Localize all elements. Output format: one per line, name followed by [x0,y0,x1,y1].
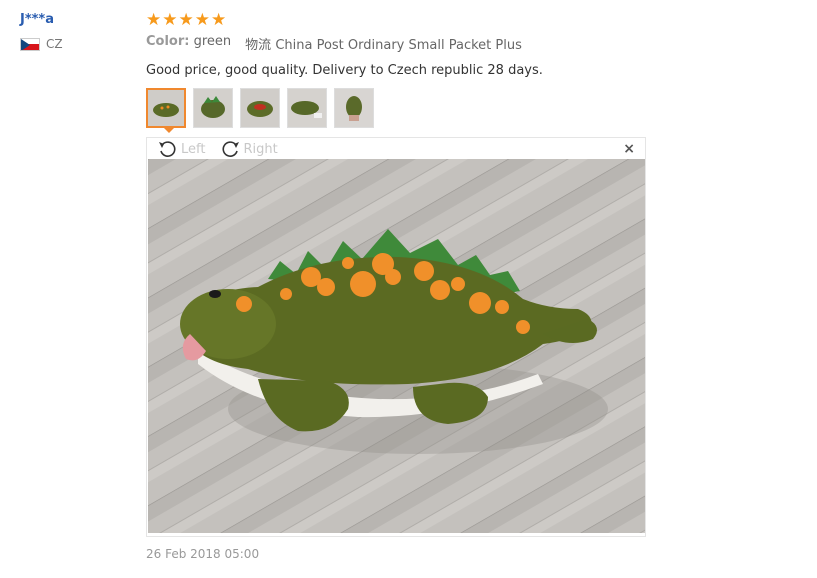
rotate-right-label: Right [243,141,278,157]
star-icon: ★ [194,10,210,30]
rotate-left-button[interactable]: Left [157,139,205,159]
rotate-right-icon [222,141,240,157]
review-text: Good price, good quality. Delivery to Cz… [146,63,543,78]
reviewer-info: J***a CZ [20,12,130,51]
star-icon: ★ [178,10,194,30]
rotate-left-icon [159,141,176,157]
shipping-label: 物流 [245,38,272,53]
shipping-detail: 物流 China Post Ordinary Small Packet Plus [245,34,522,53]
review-thumbnail-5[interactable] [334,88,374,128]
reviewer-name: J***a [20,12,55,27]
rotate-right-button[interactable]: Right [219,139,278,159]
viewer-toolbar: Left Right [147,138,645,160]
review-thumbnail-2[interactable] [193,88,233,128]
review-thumbnail-4[interactable] [287,88,327,128]
review-photo [148,159,645,533]
country-code: CZ [46,37,63,51]
review-thumbnails [146,88,646,128]
review-thumbnail-3[interactable] [240,88,280,128]
color-detail: Color: green [146,34,231,53]
czech-flag-icon [20,37,40,51]
shipping-value: China Post Ordinary Small Packet Plus [275,38,522,53]
star-icon: ★ [162,10,178,30]
order-details: Color: green 物流 China Post Ordinary Smal… [146,34,646,53]
image-viewer: Left Right × [146,137,646,537]
active-thumbnail-pointer [163,127,175,133]
star-icon: ★ [211,10,227,30]
review-date: 26 Feb 2018 05:00 [146,547,260,561]
star-rating: ★ ★ ★ ★ ★ [146,10,646,30]
star-icon: ★ [146,10,162,30]
color-value: green [193,34,232,49]
review-body: ★ ★ ★ ★ ★ Color: green 物流 China Post Ord… [146,10,646,537]
review-thumbnail-1[interactable] [146,88,186,128]
rotate-left-label: Left [181,141,206,157]
close-viewer-button[interactable]: × [623,141,635,157]
reviewer-country: CZ [20,37,130,51]
color-label: Color: [146,34,190,49]
